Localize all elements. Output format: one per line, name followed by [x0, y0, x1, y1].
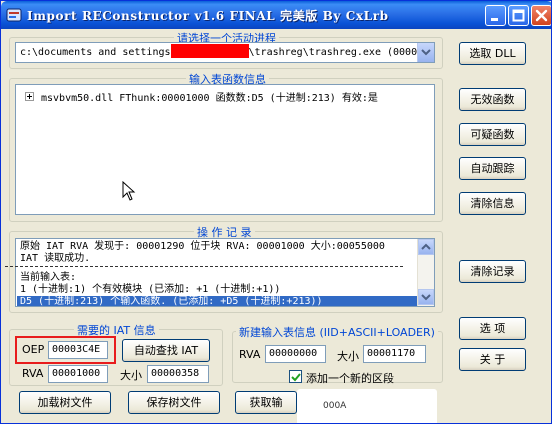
iat-size-input[interactable]: 00000358 [147, 365, 209, 383]
auto-trace-button[interactable]: 自动跟踪 [459, 157, 526, 180]
process-select[interactable]: c:\documents and settings \trashreg\trash… [15, 42, 435, 63]
expand-icon[interactable] [25, 92, 34, 101]
new-size-label: 大小 [337, 350, 359, 363]
about-button[interactable]: 关 于 [459, 348, 526, 371]
process-dropdown-button[interactable] [417, 43, 434, 62]
maximize-button[interactable] [508, 5, 529, 26]
tree-item-module[interactable]: msvbvm50.dll FThunk:00001000 函数数:D5 (十进制… [41, 89, 378, 104]
oep-input[interactable]: 00003C4E [48, 341, 108, 359]
log-box[interactable]: 原始 IAT RVA 发现于: 00001290 位于块 RVA: 000010… [15, 238, 435, 307]
scroll-down-button[interactable] [418, 289, 434, 305]
log-separator [5, 266, 403, 267]
minimize-button[interactable] [485, 5, 506, 26]
close-icon [535, 9, 548, 22]
clear-info-button[interactable]: 清除信息 [459, 192, 526, 215]
mouse-cursor-icon [122, 181, 136, 201]
new-rva-input[interactable]: 00000000 [265, 345, 326, 363]
iat-size-label: 大小 [120, 369, 142, 382]
invalid-funcs-button[interactable]: 无效函数 [459, 88, 526, 111]
log-scrollbar[interactable] [417, 239, 434, 306]
app-icon [6, 8, 22, 22]
maximize-icon [512, 9, 525, 22]
load-tree-button[interactable]: 加载树文件 [19, 391, 111, 414]
suspicious-funcs-button[interactable]: 可疑函数 [459, 123, 526, 146]
new-size-input[interactable]: 00001170 [363, 345, 426, 363]
new-rva-label: RVA [239, 348, 261, 361]
iat-rva-input[interactable]: 00001000 [48, 365, 108, 383]
process-path-prefix: c:\documents and settings [20, 47, 171, 58]
imports-tree[interactable]: msvbvm50.dll FThunk:00001000 函数数:D5 (十进制… [15, 84, 435, 215]
title-bar[interactable]: Import REConstructor v1.6 FINAL 完美版 By C… [1, 1, 551, 29]
checkmark-icon [291, 373, 301, 382]
chevron-up-icon [421, 243, 431, 250]
main-window: Import REConstructor v1.6 FINAL 完美版 By C… [0, 0, 552, 424]
clear-log-button[interactable]: 清除记录 [459, 260, 526, 283]
select-dll-button[interactable]: 选取 DLL [459, 42, 526, 65]
chevron-down-icon [421, 294, 431, 301]
close-button[interactable] [531, 5, 551, 26]
log-line: 原始 IAT RVA 发现于: 00001290 位于块 RVA: 000010… [20, 241, 385, 252]
auto-find-iat-button[interactable]: 自动查找 IAT [122, 339, 210, 362]
chevron-down-icon [421, 49, 431, 56]
log-line: 1 (十进制:1) 个有效模块 (已添加: +1 (十进制:+1)) [20, 284, 281, 295]
new-import-group-label: 新建输入表信息 (IID+ASCII+LOADER) [236, 324, 438, 340]
redacted-username [170, 44, 249, 58]
fix-dump-partial-label: 000A [323, 401, 347, 411]
window-title: Import REConstructor v1.6 FINAL 完美版 By C… [27, 9, 389, 23]
log-line: IAT 读取成功. [20, 253, 91, 264]
options-button[interactable]: 选 项 [459, 317, 526, 340]
iat-rva-label: RVA [22, 367, 44, 380]
oep-label: OEP [22, 343, 45, 356]
log-line-selected[interactable]: D5 (十进制:213) 个输入函数. (已添加: +D5 (十进制:+213)… [17, 296, 419, 306]
log-line: 当前输入表: [20, 272, 77, 283]
scroll-up-button[interactable] [418, 239, 434, 255]
save-tree-button[interactable]: 保存树文件 [128, 391, 220, 414]
add-section-label: 添加一个新的区段 [306, 372, 394, 385]
minimize-icon [491, 18, 498, 21]
get-imports-button[interactable]: 获取输 [235, 391, 297, 414]
obscured-region [297, 389, 437, 423]
add-section-checkbox[interactable] [289, 370, 302, 383]
process-path-suffix: \trashreg\trashreg.exe (00000BC0 [248, 47, 435, 58]
